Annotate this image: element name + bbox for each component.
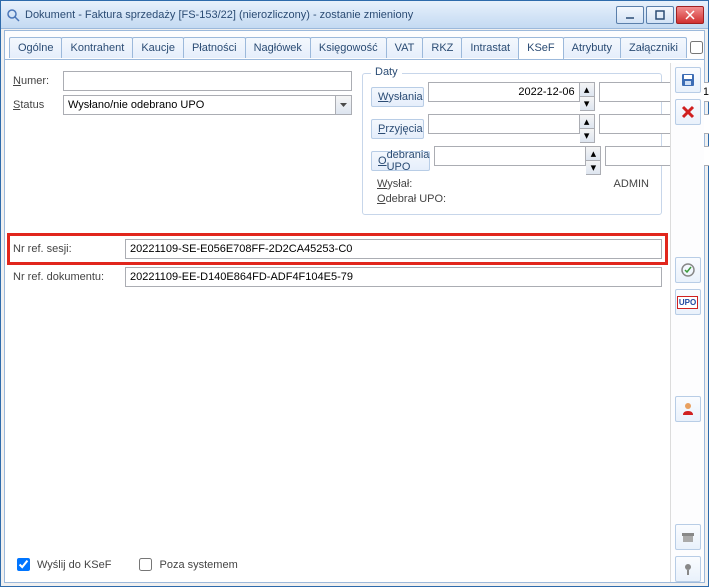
odebrania-button[interactable]: Odebrania UPO [371, 151, 430, 171]
ref-dokumentu-input[interactable] [125, 267, 662, 287]
status-input[interactable] [63, 95, 335, 115]
wyslij-ksef-checkbox[interactable]: Wyślij do KSeF [13, 555, 111, 574]
ref-sesji-label: Nr ref. sesji: [13, 243, 125, 255]
archive-icon[interactable] [675, 524, 701, 550]
document-icon [5, 7, 21, 23]
poza-systemem-label: Poza systemem [159, 559, 237, 571]
poza-systemem-checkbox[interactable]: Poza systemem [135, 555, 237, 574]
ref-dokumentu-label: Nr ref. dokumentu: [13, 271, 125, 283]
spin-up[interactable]: ▴ [586, 146, 601, 160]
tab-platnosci[interactable]: Płatności [183, 37, 246, 58]
status-label: Status [13, 99, 63, 111]
tab-zalaczniki[interactable]: Załączniki [620, 37, 687, 58]
odebrania-date[interactable] [434, 146, 586, 166]
spin-down[interactable]: ▾ [586, 160, 601, 175]
tab-kontrahent[interactable]: Kontrahent [61, 37, 133, 58]
minimize-button[interactable] [616, 6, 644, 24]
numer-label: Numer: [13, 75, 63, 87]
client-area: Ogólne Kontrahent Kaucje Płatności Nagłó… [4, 30, 705, 583]
tab-ksiegowosc[interactable]: Księgowość [310, 37, 387, 58]
tab-vat[interactable]: VAT [386, 37, 424, 58]
daty-legend: Daty [371, 66, 402, 78]
bottom-checks: Wyślij do KSeF Poza systemem [13, 555, 238, 574]
upo-icon[interactable]: UPO [675, 289, 701, 315]
window: Dokument - Faktura sprzedaży [FS-153/22]… [0, 0, 709, 587]
wyslania-button[interactable]: Wysłania [371, 87, 424, 107]
daty-groupbox: Daty Wysłania ▴▾ ▴▾ Przyjęcia ▴▾ ▴▾ Odeb… [362, 73, 662, 215]
przyjecia-button[interactable]: Przyjęcia [371, 119, 424, 139]
tab-bar: Ogólne Kontrahent Kaucje Płatności Nagłó… [5, 31, 704, 60]
ref-sesji-input[interactable] [125, 239, 662, 259]
tab-kaucje[interactable]: Kaucje [132, 37, 184, 58]
sidebar: UPO [670, 63, 704, 582]
spin-up[interactable]: ▴ [580, 82, 595, 96]
dobufora-input[interactable] [690, 41, 703, 54]
titlebar: Dokument - Faktura sprzedaży [FS-153/22]… [1, 1, 708, 29]
odebral-label: Odebrał UPO: [371, 193, 457, 205]
status-dropdown-button[interactable] [335, 95, 352, 115]
tab-ksef[interactable]: KSeF [518, 37, 564, 59]
window-title: Dokument - Faktura sprzedaży [FS-153/22]… [25, 9, 616, 21]
ref-section: Nr ref. sesji: Nr ref. dokumentu: [13, 233, 662, 287]
window-buttons [616, 6, 704, 24]
tab-naglowek[interactable]: Nagłówek [245, 37, 311, 58]
przyjecia-date[interactable] [428, 114, 580, 134]
highlight-box: Nr ref. sesji: [7, 233, 668, 265]
poza-systemem-input[interactable] [139, 558, 152, 571]
wyslal-label: Wysłał: [371, 178, 457, 190]
tab-ogolne[interactable]: Ogólne [9, 37, 62, 58]
spin-up[interactable]: ▴ [580, 114, 595, 128]
wyslal-value: ADMIN [461, 178, 653, 190]
spin-down[interactable]: ▾ [580, 128, 595, 143]
maximize-button[interactable] [646, 6, 674, 24]
content-panel: Numer: Status Daty [5, 63, 670, 582]
wyslania-date[interactable] [428, 82, 580, 102]
wyslij-ksef-label: Wyślij do KSeF [37, 559, 111, 571]
tab-rkz[interactable]: RKZ [422, 37, 462, 58]
dobufora-checkbox[interactable]: Do bufora [686, 35, 709, 59]
tab-intrastat[interactable]: Intrastat [461, 37, 519, 58]
wyslij-ksef-input[interactable] [17, 558, 30, 571]
user-icon[interactable] [675, 396, 701, 422]
numer-input[interactable] [63, 71, 352, 91]
save-icon[interactable] [675, 67, 701, 93]
delete-icon[interactable] [675, 99, 701, 125]
pin-icon[interactable] [675, 556, 701, 582]
tab-atrybuty[interactable]: Atrybuty [563, 37, 621, 58]
spin-down[interactable]: ▾ [580, 96, 595, 111]
close-button[interactable] [676, 6, 704, 24]
check-icon[interactable] [675, 257, 701, 283]
